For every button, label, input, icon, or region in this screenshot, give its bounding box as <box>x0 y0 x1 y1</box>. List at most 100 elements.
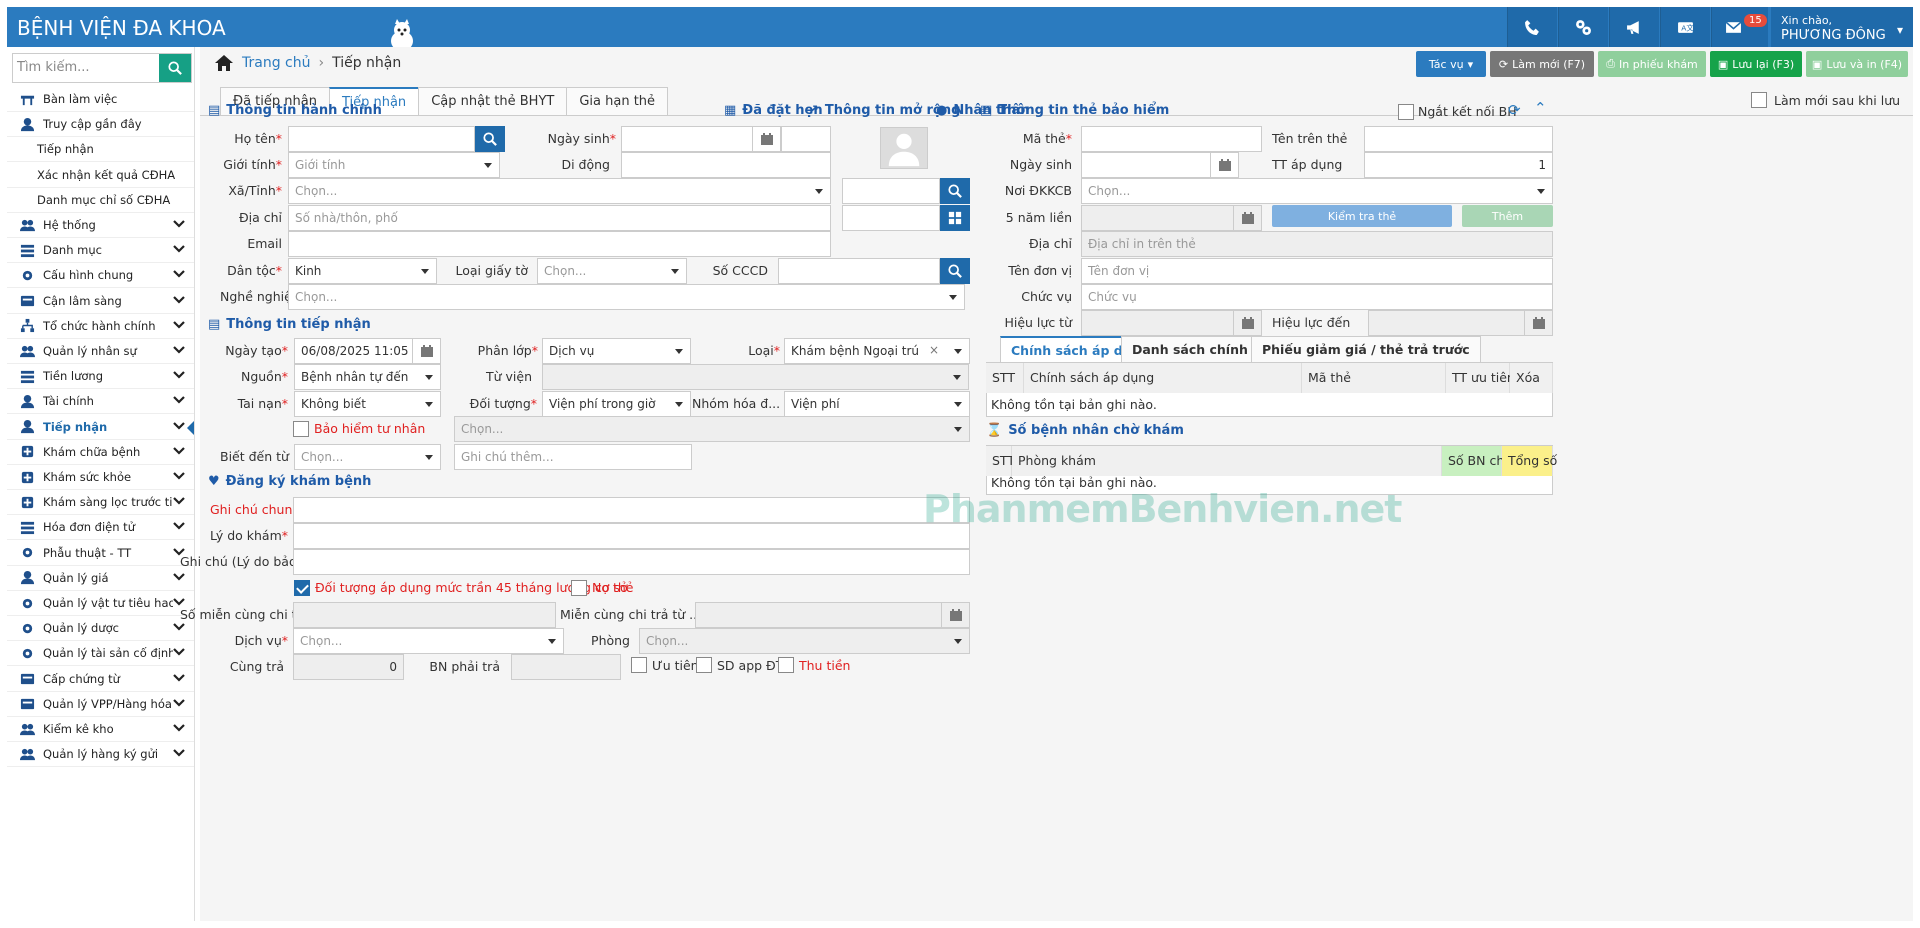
sidebar-item[interactable]: Danh mục chỉ số CĐHA <box>7 188 194 213</box>
megaphone-icon[interactable] <box>1609 7 1659 47</box>
qr-button[interactable] <box>940 205 970 231</box>
address-input[interactable]: Số nhà/thôn, phố <box>288 205 831 231</box>
calendar-icon[interactable] <box>752 127 780 151</box>
tab-gia-han-the[interactable]: Gia hạn thẻ <box>566 87 669 115</box>
card-name-input[interactable] <box>1364 126 1553 152</box>
translate-icon[interactable]: A文 <box>1660 7 1710 47</box>
created-date-input[interactable]: 06/08/2025 11:05 <box>294 338 441 364</box>
save-button[interactable]: ▣ Lưu lại (F3) <box>1710 51 1802 77</box>
source-select[interactable]: Bệnh nhân tự đến <box>294 364 441 390</box>
sidebar-item[interactable]: Hóa đơn điện tử <box>7 515 194 541</box>
sidebar-item[interactable]: Quản lý vật tư tiêu hao <box>7 591 194 616</box>
valid-to-input[interactable] <box>1368 310 1553 336</box>
sidebar-item[interactable]: Quản lý tài sản cố định <box>7 641 194 667</box>
gender-select[interactable]: Giới tính <box>288 152 500 178</box>
cccd-input[interactable] <box>778 258 940 284</box>
accident-select[interactable]: Không biết <box>294 391 441 417</box>
commune-code-input[interactable] <box>842 178 940 204</box>
add-card-button[interactable]: Thêm <box>1462 205 1553 227</box>
copay-input[interactable]: 0 <box>293 654 404 680</box>
salary-cap-checkbox[interactable] <box>294 580 310 596</box>
sidebar-item[interactable]: Tiền lương <box>7 364 194 390</box>
dob-input[interactable] <box>621 126 781 152</box>
from-hospital-select[interactable] <box>542 364 969 390</box>
sync-icon[interactable]: ⟳ <box>1508 101 1521 119</box>
app-usage-checkbox[interactable] <box>696 657 712 673</box>
position-input[interactable]: Chức vụ <box>1081 284 1553 310</box>
sidebar-item[interactable]: Khám sàng lọc trước tiêm <box>7 490 194 516</box>
fullname-input[interactable] <box>288 126 475 152</box>
sidebar-item[interactable]: Tài chính <box>7 389 194 415</box>
sidebar-item[interactable]: Khám sức khỏe <box>7 465 194 490</box>
save-print-button[interactable]: ▣ Lưu và in (F4) <box>1806 51 1908 77</box>
occupation-select[interactable]: Chọn... <box>288 284 965 310</box>
search-cccd-button[interactable] <box>940 258 970 284</box>
doctype-select[interactable]: Chọn... <box>537 258 687 284</box>
exemption-number-input[interactable] <box>293 602 556 628</box>
patient-pay-input[interactable] <box>511 654 621 680</box>
home-icon[interactable] <box>214 54 234 72</box>
settings-icon[interactable] <box>1558 7 1608 47</box>
sidebar-item[interactable]: Cận lâm sàng <box>7 289 194 314</box>
search-icon[interactable] <box>159 54 191 82</box>
email-input[interactable] <box>288 231 831 257</box>
sidebar-item[interactable]: Khám chữa bệnh <box>7 440 194 465</box>
sidebar-item[interactable]: Truy cập gần đây <box>7 112 194 138</box>
search-commune-button[interactable] <box>940 178 970 204</box>
collapse-icon[interactable]: ⌃ <box>1534 99 1547 117</box>
sidebar-search-input[interactable]: Tìm kiếm... <box>13 54 159 82</box>
phone-icon[interactable] <box>1507 7 1557 47</box>
room-select[interactable]: Chọn... <box>639 628 970 654</box>
class-select[interactable]: Dịch vụ <box>542 338 691 364</box>
calendar-icon[interactable] <box>1233 311 1261 335</box>
exam-reason-input[interactable] <box>293 523 970 549</box>
calendar-icon[interactable] <box>941 603 969 627</box>
ethnicity-select[interactable]: Kinh <box>288 258 437 284</box>
disconnect-insurance-checkbox[interactable] <box>1398 104 1414 120</box>
invoice-group-select[interactable]: Viện phí <box>784 391 970 417</box>
subject-select[interactable]: Viện phí trong giờ <box>542 391 691 417</box>
refresh-after-save-checkbox[interactable] <box>1751 92 1767 108</box>
mobile-input[interactable] <box>621 152 831 178</box>
sidebar-item[interactable]: Quản lý nhân sự <box>7 339 194 364</box>
check-card-button[interactable]: Kiểm tra thẻ <box>1272 205 1452 227</box>
calendar-icon[interactable] <box>1233 206 1261 230</box>
user-menu[interactable]: Xin chào, PHƯƠNG ĐÔNG ▾ <box>1771 7 1913 47</box>
search-patient-button[interactable] <box>475 126 505 152</box>
sidebar-item[interactable]: Hệ thống <box>7 213 194 238</box>
calendar-icon[interactable] <box>1524 311 1552 335</box>
collect-payment-checkbox[interactable] <box>778 657 794 673</box>
policy-tab[interactable]: Phiếu giảm giá / thẻ trả trước <box>1251 336 1481 362</box>
exemption-from-input[interactable] <box>695 602 970 628</box>
sidebar-item[interactable]: Bàn làm việc <box>7 87 194 112</box>
address-code-input[interactable] <box>842 205 940 231</box>
service-select[interactable]: Chọn... <box>293 628 564 654</box>
sidebar-item[interactable]: Kiểm kê kho <box>7 717 194 742</box>
breadcrumb-home[interactable]: Trang chủ <box>242 55 310 71</box>
sidebar-item[interactable]: Tổ chức hành chính <box>7 314 194 339</box>
apply-order-input[interactable]: 1 <box>1364 152 1553 178</box>
sidebar-item[interactable]: Quản lý hàng ký gửi <box>7 742 194 768</box>
card-number-input[interactable] <box>1081 126 1262 152</box>
sidebar-item[interactable]: Phẫu thuật - TT <box>7 541 194 566</box>
type-select[interactable]: Khám bệnh Ngoại trú × <box>784 338 970 364</box>
sidebar-item[interactable]: Xác nhận kết quả CĐHA <box>7 163 194 188</box>
calendar-icon[interactable] <box>1210 153 1238 177</box>
print-exam-button[interactable]: ⎙ In phiếu khám <box>1598 51 1706 77</box>
general-note-input[interactable] <box>293 497 970 523</box>
sidebar-item[interactable]: Cấu hình chung <box>7 263 194 289</box>
commune-select[interactable]: Chọn... <box>288 178 831 204</box>
tab-cap-nhat-the[interactable]: Cập nhật thẻ BHYT <box>418 87 568 115</box>
register-place-select[interactable]: Chọn... <box>1081 178 1553 204</box>
sidebar-item[interactable]: Tiếp nhận <box>7 137 194 163</box>
sidebar-item[interactable]: Quản lý VPP/Hàng hóa <box>7 692 194 717</box>
insurance-address-input[interactable]: Địa chỉ in trên thẻ <box>1081 231 1553 257</box>
clear-icon[interactable]: × <box>929 343 939 357</box>
sidebar-item[interactable]: Danh mục <box>7 238 194 264</box>
refresh-button[interactable]: ⟳ Làm mới (F7) <box>1490 51 1594 77</box>
debt-card-checkbox[interactable] <box>571 580 587 596</box>
valid-from-input[interactable] <box>1081 310 1262 336</box>
referral-source-select[interactable]: Chọn... <box>294 444 441 470</box>
sidebar-item[interactable]: Quản lý dược <box>7 616 194 642</box>
calendar-icon[interactable] <box>412 339 440 363</box>
